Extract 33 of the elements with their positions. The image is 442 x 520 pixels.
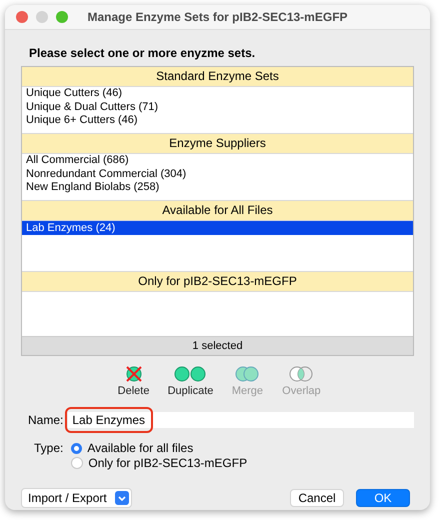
window-title: Manage Enzyme Sets for pIB2-SEC13-mEGFP [86, 10, 349, 24]
list-item[interactable]: Lab Enzymes (24) [22, 221, 413, 235]
instruction-text: Please select one or more enyzme sets. [29, 46, 256, 60]
close-button[interactable] [16, 11, 28, 23]
delete-button[interactable]: Delete [114, 366, 154, 397]
status-bar: 1 selected [22, 336, 413, 355]
radio-button[interactable] [71, 442, 82, 454]
section-header: Only for pIB2-SEC13-mEGFP [22, 271, 413, 292]
duplicate-icon [173, 366, 208, 382]
section-header: Standard Enzyme Sets [22, 67, 413, 87]
radio-button[interactable] [71, 457, 84, 469]
name-label: Name: [28, 413, 64, 427]
list-item[interactable]: Unique 6+ Cutters (46) [22, 114, 413, 128]
duplicate-button[interactable]: Duplicate [168, 366, 214, 397]
zoom-button[interactable] [56, 11, 68, 23]
type-label: Type: [34, 441, 64, 455]
section-header: Available for All Files [22, 200, 413, 221]
radio-option[interactable]: Available for all files [71, 441, 248, 455]
list-item[interactable]: New England Biolabs (258) [22, 181, 413, 194]
cancel-button[interactable]: Cancel [290, 489, 344, 507]
list-item[interactable]: Unique & Dual Cutters (71) [22, 100, 413, 114]
section-header: Enzyme Suppliers [22, 133, 413, 154]
name-field[interactable]: Lab Enzymes [68, 412, 414, 428]
minimize-button[interactable] [36, 11, 48, 23]
chevron-icon [114, 491, 129, 505]
import-export-dropdown[interactable]: Import / Export [21, 488, 132, 508]
merge-icon [233, 366, 262, 382]
overlap-icon [287, 366, 316, 382]
list-item[interactable]: All Commercial (686) [22, 154, 413, 168]
radio-option[interactable]: Only for pIB2-SEC13-mEGFP [71, 456, 248, 470]
list-item[interactable]: Unique Cutters (46) [22, 87, 413, 100]
list-item[interactable]: Nonredundant Commercial (304) [22, 168, 413, 181]
ok-button[interactable]: OK [356, 489, 410, 507]
